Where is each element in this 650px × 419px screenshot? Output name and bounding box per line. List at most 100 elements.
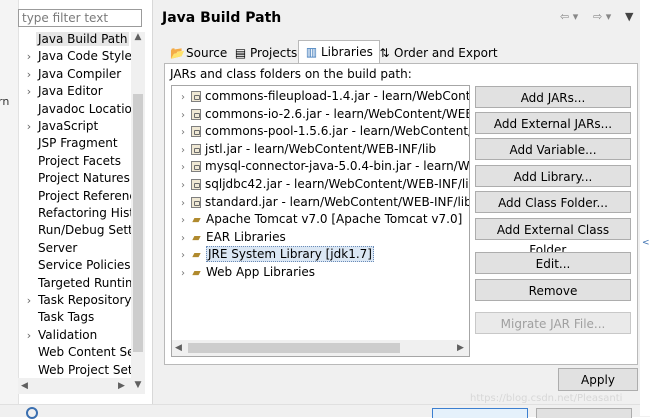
library-row[interactable]: › sqljdbc42.jar - learn/WebContent/WEB-IN… [176, 176, 469, 194]
chevron-right-icon[interactable]: › [176, 230, 190, 247]
tab-libraries[interactable]: ▥ Libraries [298, 40, 380, 64]
library-label: Web App Libraries [206, 265, 316, 279]
library-row[interactable]: › commons-pool-1.5.6.jar - learn/WebConte… [176, 123, 469, 141]
order-export-icon: ⇅ [379, 46, 390, 60]
add-class-folder-button[interactable]: Add Class Folder... [475, 191, 631, 213]
chevron-right-icon[interactable]: › [176, 247, 190, 264]
chevron-right-icon[interactable]: › [176, 124, 190, 141]
library-row[interactable]: › mysql-connector-java-5.0.4-bin.jar - le… [176, 158, 469, 176]
tree-item[interactable]: Targeted Runtimes [22, 275, 132, 292]
chevron-right-icon[interactable]: › [176, 142, 190, 159]
library-row[interactable]: › standard.jar - learn/WebContent/WEB-INF… [176, 194, 469, 212]
add-external-class-folder-button[interactable]: Add External Class Folder... [475, 218, 631, 257]
library-row[interactable]: › commons-fileupload-1.4.jar - learn/WebC… [176, 88, 470, 106]
jar-icon [191, 161, 201, 173]
library-row[interactable]: › jstl.jar - learn/WebContent/WEB-INF/lib [176, 141, 436, 158]
help-icon[interactable] [26, 407, 38, 419]
library-icon: ▰ [192, 230, 201, 244]
chevron-right-icon[interactable]: › [176, 195, 190, 212]
tab-projects[interactable]: ▤ Projects [228, 43, 303, 64]
library-label: commons-io-2.6.jar - learn/WebContent/WE… [205, 106, 469, 121]
library-row[interactable]: › ▰ JRE System Library [jdk1.7] [176, 246, 374, 263]
tab-label: Order and Export [394, 46, 498, 60]
tab-label: Projects [250, 46, 298, 60]
tree-item[interactable]: JSP Fragment [22, 135, 132, 152]
add-variable-button[interactable]: Add Variable... [475, 138, 631, 160]
tree-item[interactable]: › JavaScript [22, 118, 132, 135]
library-label: commons-fileupload-1.4.jar - learn/WebCo… [205, 89, 470, 103]
chevron-right-icon[interactable]: › [176, 89, 190, 106]
list-horizontal-scrollbar[interactable]: ◀ ▶ [172, 340, 469, 356]
chevron-right-icon[interactable]: › [22, 66, 36, 83]
tree-item[interactable]: Javadoc Location [22, 101, 132, 118]
add-external-jars-button[interactable]: Add External JARs... [475, 112, 631, 134]
menu-dropdown-icon[interactable]: ▼ [625, 10, 633, 23]
tree-item[interactable]: Task Tags [22, 309, 132, 326]
library-row[interactable]: › ▰ Web App Libraries [176, 264, 315, 281]
tree-item[interactable]: Java Build Path [22, 31, 132, 48]
tree-item[interactable]: Project References [22, 188, 132, 205]
remove-button[interactable]: Remove [475, 279, 631, 301]
tab-source[interactable]: 📂Source [164, 43, 233, 64]
tree-item[interactable]: Web Project Settings [22, 362, 132, 379]
chevron-right-icon[interactable]: › [176, 159, 190, 176]
tree-item-label: Javadoc Location [38, 101, 132, 116]
page-title: Java Build Path [162, 10, 282, 26]
tree-item[interactable]: Refactoring History [22, 205, 132, 222]
tree-item[interactable]: Project Natures [22, 170, 132, 187]
chevron-right-icon[interactable]: › [22, 83, 36, 100]
filter-input[interactable] [18, 9, 142, 27]
jar-icon [191, 143, 201, 155]
chevron-right-icon[interactable]: › [176, 177, 190, 194]
forward-arrow-icon[interactable]: ⇨ ▾ [593, 10, 611, 23]
tree-item-label: Run/Debug Settings [38, 223, 132, 238]
scroll-thumb[interactable] [188, 343, 400, 353]
add-library-button[interactable]: Add Library... [475, 165, 631, 187]
scroll-left-icon[interactable]: ◀ [175, 340, 182, 356]
chevron-right-icon[interactable]: › [22, 292, 36, 309]
cancel-button[interactable] [536, 408, 632, 418]
chevron-right-icon[interactable]: › [22, 48, 36, 65]
tree-item[interactable]: › Validation [22, 327, 132, 344]
tab-order-and-export[interactable]: ⇅ Order and Export [372, 43, 504, 64]
chevron-right-icon[interactable]: › [176, 265, 190, 282]
scroll-thumb[interactable] [133, 94, 143, 352]
library-row[interactable]: › ▰ Apache Tomcat v7.0 [Apache Tomcat v7.0… [176, 211, 462, 228]
scroll-down-icon[interactable]: ▼ [131, 380, 145, 390]
library-label: EAR Libraries [206, 229, 286, 244]
library-label: Apache Tomcat v7.0 [Apache Tomcat v7.0] [206, 212, 463, 227]
add-jars-button[interactable]: Add JARs... [475, 86, 631, 108]
chevron-right-icon[interactable]: › [176, 107, 190, 124]
tree-item-label: Web Content Settings [38, 345, 132, 360]
chevron-right-icon[interactable]: › [22, 327, 36, 344]
tree-item[interactable]: › Java Compiler [22, 66, 132, 83]
back-arrow-icon[interactable]: ⇦ ▾ [560, 10, 578, 23]
chevron-right-icon[interactable]: › [22, 118, 36, 135]
library-label: commons-pool-1.5.6.jar - learn/WebConten… [205, 124, 469, 139]
scroll-right-icon[interactable]: ▶ [457, 340, 464, 356]
tree-item[interactable]: Run/Debug Settings [22, 222, 132, 239]
libraries-list[interactable]: › commons-fileupload-1.4.jar - learn/WebC… [171, 85, 470, 357]
jar-icon [191, 126, 201, 138]
tree-item[interactable]: Web Content Settings [22, 344, 132, 361]
tree-item-label: Validation [38, 327, 98, 342]
tree-item[interactable]: Server [22, 240, 132, 257]
tree-item[interactable]: Service Policies [22, 257, 132, 274]
scroll-up-icon[interactable]: ▲ [131, 32, 145, 42]
library-label: mysql-connector-java-5.0.4-bin.jar - lea… [205, 159, 469, 174]
tree-item[interactable]: › Java Code Style [22, 48, 132, 65]
tree-horizontal-scrollbar[interactable]: ◀ ▶ [18, 378, 131, 394]
apply-button[interactable]: Apply [558, 368, 638, 391]
tree-item[interactable]: › Task Repository [22, 292, 132, 309]
tree-item[interactable]: › Java Editor [22, 83, 132, 100]
scroll-left-icon[interactable]: ◀ [21, 378, 28, 394]
chevron-right-icon[interactable]: › [176, 212, 190, 229]
apply-and-close-button[interactable] [432, 408, 528, 418]
edit-button[interactable]: Edit... [475, 252, 631, 274]
tree-item-label: Project Natures [38, 171, 130, 186]
library-row[interactable]: › commons-io-2.6.jar - learn/WebContent/W… [176, 106, 469, 124]
tree-vertical-scrollbar[interactable]: ▲ ▼ [131, 32, 145, 394]
scroll-right-icon[interactable]: ▶ [118, 378, 125, 394]
tree-item[interactable]: Project Facets [22, 153, 132, 170]
library-row[interactable]: › ▰ EAR Libraries [176, 229, 286, 246]
